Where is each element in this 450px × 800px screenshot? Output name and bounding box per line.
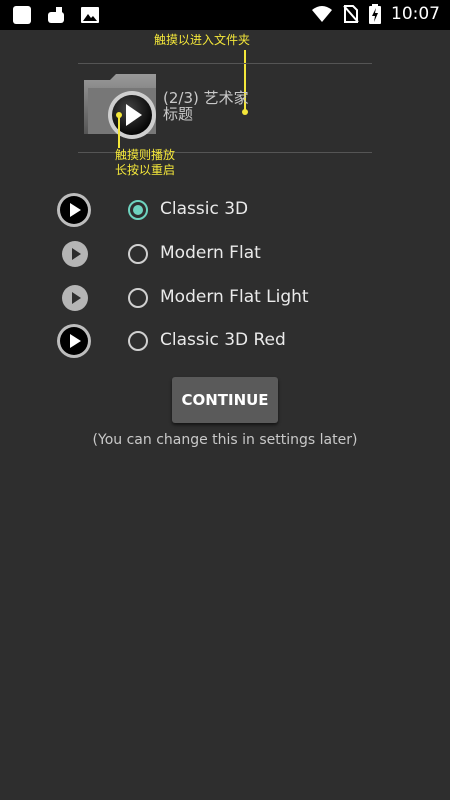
play-3d-red-icon[interactable] [56,323,92,359]
settings-note: (You can change this in settings later) [92,432,358,448]
folder-title-line1: (2/3) 艺术家 [163,89,249,107]
radio-modern-flat[interactable] [128,244,148,264]
status-time: 10:07 [391,4,440,24]
image-icon [81,7,99,23]
radio-classic-3d-red[interactable] [128,331,148,351]
theme-label: Modern Flat [160,243,261,263]
cloud-sync-icon [48,7,64,23]
theme-option-classic-3d-red[interactable]: Classic 3D Red [0,321,450,361]
radio-classic-3d[interactable] [128,200,148,220]
folder-title-line2: 标题 [163,105,194,123]
status-right-icons: 10:07 [311,4,440,24]
status-bar: 10:07 [0,0,450,30]
tip-touch-to-play: 触摸则播放 长按以重启 [115,148,175,178]
no-sim-icon [343,5,359,23]
play-3d-icon[interactable] [56,192,92,228]
folder-title: (2/3) 艺术家 标题 [163,90,273,122]
app-square-icon [13,6,31,24]
tip-touch-to-enter: 触摸以进入文件夹 [154,33,251,47]
theme-label: Classic 3D Red [160,330,286,350]
continue-button[interactable]: CONTINUE [172,377,278,423]
tip-touch-to-play-line1: 触摸则播放 [115,148,176,162]
theme-option-modern-flat[interactable]: Modern Flat [0,234,450,274]
folder-play-icon[interactable] [82,70,162,140]
battery-charging-icon [369,4,381,24]
radio-modern-flat-light[interactable] [128,288,148,308]
theme-option-modern-flat-light[interactable]: Modern Flat Light [0,278,450,318]
status-left-icons [12,5,100,25]
play-flat-icon[interactable] [61,240,89,268]
theme-option-classic-3d[interactable]: Classic 3D [0,190,450,230]
tip-pointer-line-play [118,116,120,148]
theme-label: Classic 3D [160,199,249,219]
play-flat-light-icon[interactable] [61,284,89,312]
theme-label: Modern Flat Light [160,287,309,307]
wifi-icon [312,6,332,22]
tip-touch-to-play-line2: 长按以重启 [115,163,176,177]
